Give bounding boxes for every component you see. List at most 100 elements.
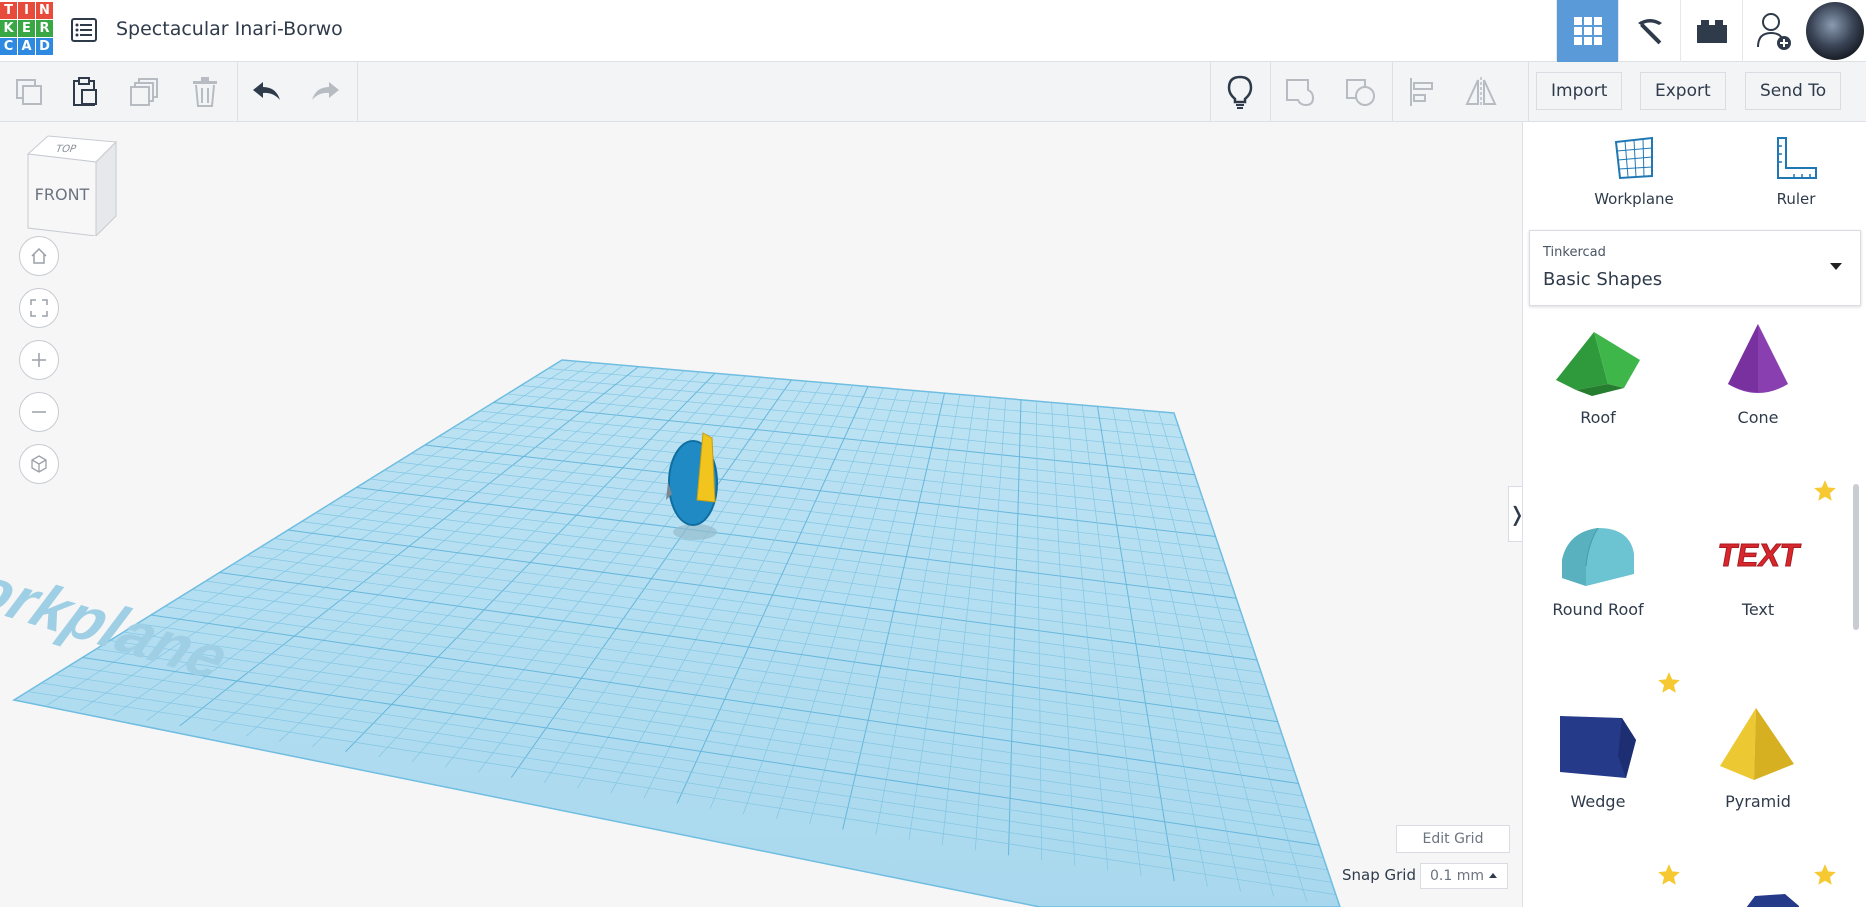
favorite-star-icon[interactable]: [1812, 862, 1838, 888]
viewcube-front-label: FRONT: [35, 185, 90, 204]
ruler-tool-label: Ruler: [1776, 190, 1816, 208]
align-button[interactable]: [1393, 62, 1451, 122]
ruler-tool[interactable]: Ruler: [1741, 136, 1851, 208]
shape-library-select[interactable]: Tinkercad Basic Shapes: [1529, 230, 1861, 306]
shape-wedge[interactable]: Wedge: [1523, 706, 1673, 811]
export-button[interactable]: Export: [1640, 72, 1726, 110]
mirror-button[interactable]: [1452, 62, 1510, 122]
redo-button[interactable]: [296, 62, 354, 122]
hint-button[interactable]: [1211, 62, 1269, 122]
logo-letter: D: [36, 38, 53, 55]
invite-user-button[interactable]: [1742, 0, 1804, 62]
favorite-star-icon[interactable]: [1656, 670, 1682, 696]
delete-button[interactable]: [176, 62, 234, 122]
snap-grid-value: 0.1 mm: [1430, 868, 1484, 884]
library-category: Tinkercad: [1543, 245, 1606, 260]
workplane[interactable]: Workplane: [0, 122, 1522, 907]
grid-icon: [1573, 17, 1602, 45]
copy-icon: [16, 79, 42, 105]
home-icon: [31, 247, 47, 264]
send-to-button[interactable]: Send To: [1745, 72, 1842, 110]
text-shape-glyphs: TEXT: [1715, 537, 1803, 573]
shape-pyramid[interactable]: Pyramid: [1683, 706, 1833, 811]
ungroup-button[interactable]: [1331, 62, 1389, 122]
brick-icon: [1696, 20, 1727, 43]
shape-roof[interactable]: Roof: [1523, 322, 1673, 427]
fit-view-icon: [30, 299, 48, 317]
view-cube[interactable]: TOP FRONT: [20, 132, 120, 236]
design-list-icon[interactable]: [70, 16, 98, 44]
logo-letter: A: [18, 38, 35, 55]
add-user-icon: [1756, 13, 1791, 50]
shape-pyramid-label: Pyramid: [1725, 792, 1791, 811]
paste-icon: [73, 77, 97, 106]
library-name: Basic Shapes: [1543, 269, 1663, 290]
round-roof-shape-icon: [1562, 527, 1634, 586]
collapse-panel-button[interactable]: ❭: [1508, 486, 1522, 542]
ruler-icon: [1777, 137, 1817, 179]
design-title[interactable]: Spectacular Inari-Borwo: [116, 18, 343, 40]
minecraft-button[interactable]: [1618, 0, 1680, 62]
pickaxe-icon: [1637, 19, 1662, 45]
ortho-cube-icon: [31, 455, 47, 473]
3d-viewport[interactable]: Workplane TOP FRONT Edit Grid Snap Grid …: [0, 122, 1522, 907]
panel-scrollbar[interactable]: [1853, 484, 1859, 630]
shapes-panel: Workplane Ruler Tinkercad Basic Shapes R…: [1522, 122, 1866, 907]
redo-icon: [312, 82, 339, 100]
toolbar: Import Export Send To: [0, 62, 1866, 122]
lego-button[interactable]: [1680, 0, 1742, 62]
logo-letter: C: [0, 38, 17, 55]
shape-cone[interactable]: Cone: [1683, 322, 1833, 427]
text-shape-icon: TEXT: [1714, 537, 1803, 574]
zoom-out-icon: [32, 411, 46, 413]
logo-letter: R: [36, 20, 53, 37]
wedge-shape-icon: [1560, 716, 1636, 778]
chevron-down-icon: [1830, 263, 1842, 270]
viewcube-top-label: TOP: [53, 143, 78, 155]
delete-icon: [193, 77, 217, 107]
shape-grid: Roof Cone Round Roof TEXT Text Wedge Pyr…: [1523, 322, 1866, 907]
roof-shape-icon: [1556, 332, 1640, 396]
shape-round-roof-label: Round Roof: [1552, 600, 1644, 619]
shape-text-label: Text: [1741, 600, 1775, 619]
ortho-view-button[interactable]: [19, 444, 59, 484]
pyramid-shape-icon: [1720, 708, 1794, 780]
shape-round-roof[interactable]: Round Roof: [1523, 514, 1673, 619]
zoom-in-button[interactable]: [19, 340, 59, 380]
mirror-icon: [1465, 77, 1497, 107]
zoom-out-button[interactable]: [19, 392, 59, 432]
caret-up-icon: [1489, 873, 1497, 878]
import-button[interactable]: Import: [1536, 72, 1623, 110]
user-avatar[interactable]: [1804, 0, 1866, 62]
group-icon: [1286, 79, 1315, 107]
align-icon: [1410, 78, 1433, 106]
duplicate-button[interactable]: [116, 62, 174, 122]
3d-design-button[interactable]: [1556, 0, 1618, 62]
workplane-tool-label: Workplane: [1594, 190, 1674, 208]
home-view-button[interactable]: [19, 236, 59, 276]
workplane-tool[interactable]: Workplane: [1579, 136, 1689, 208]
logo-letter: E: [18, 20, 35, 37]
undo-button[interactable]: [238, 62, 296, 122]
partial-shape-icon[interactable]: [1733, 892, 1813, 907]
cone-shape-icon: [1728, 324, 1788, 393]
workplane-icon: [1614, 136, 1653, 180]
copy-button[interactable]: [0, 62, 58, 122]
snap-grid-label: Snap Grid: [1342, 866, 1416, 884]
snap-grid-select[interactable]: 0.1 mm: [1420, 863, 1508, 889]
top-bar: TIN KER CAD Spectacular Inari-Borwo: [0, 0, 1866, 62]
fit-view-button[interactable]: [19, 288, 59, 328]
logo-letter: T: [0, 2, 17, 19]
zoom-in-icon: [32, 353, 46, 367]
paste-button[interactable]: [56, 62, 114, 122]
shape-cone-label: Cone: [1737, 408, 1779, 427]
duplicate-icon: [130, 78, 158, 106]
favorite-star-icon[interactable]: [1812, 478, 1838, 504]
shape-wedge-label: Wedge: [1570, 792, 1626, 811]
edit-grid-button[interactable]: Edit Grid: [1396, 825, 1510, 853]
favorite-star-icon[interactable]: [1656, 862, 1682, 888]
tinkercad-logo[interactable]: TIN KER CAD: [0, 2, 54, 58]
group-button[interactable]: [1271, 62, 1329, 122]
shape-text[interactable]: TEXT Text: [1683, 514, 1833, 619]
logo-letter: I: [18, 2, 35, 19]
